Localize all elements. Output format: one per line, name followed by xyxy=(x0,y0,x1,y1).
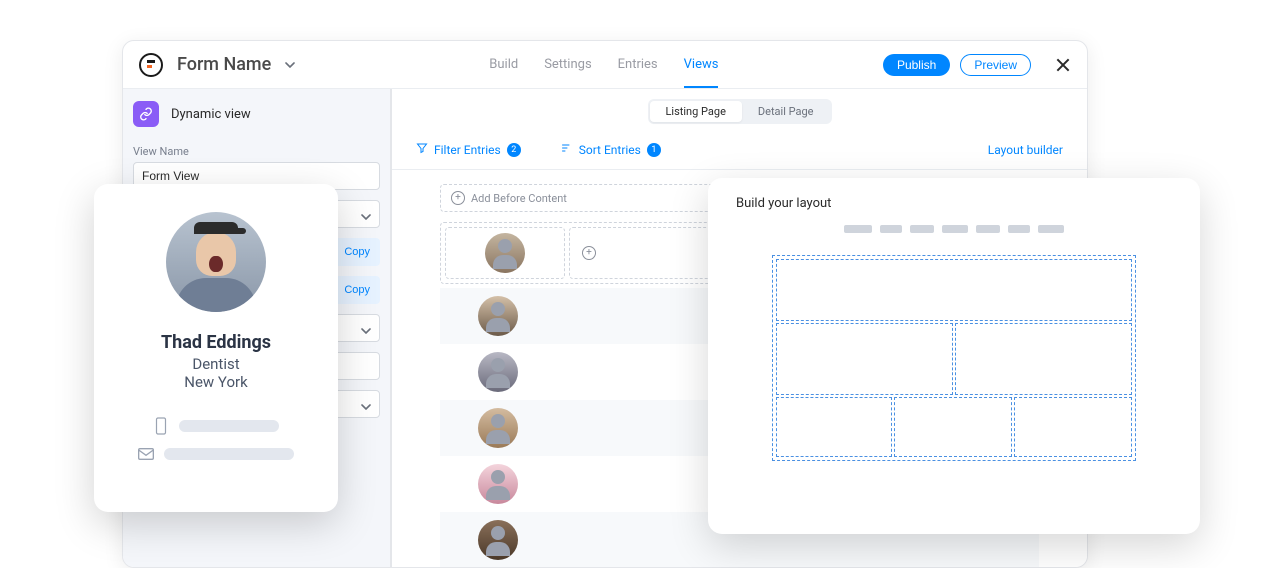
listing-page-tab[interactable]: Listing Page xyxy=(650,101,742,122)
layout-cell[interactable] xyxy=(776,259,1132,321)
layout-builder-panel: Build your layout xyxy=(708,178,1200,534)
detail-page-tab[interactable]: Detail Page xyxy=(742,101,830,122)
add-before-label: Add Before Content xyxy=(471,192,567,205)
filter-entries-button[interactable]: Filter Entries 2 xyxy=(416,142,521,157)
copy-button-1[interactable]: Copy xyxy=(334,238,380,266)
phone-placeholder xyxy=(179,420,279,432)
dynamic-view-label: Dynamic view xyxy=(171,107,251,122)
sort-label: Sort Entries xyxy=(579,143,641,157)
link-icon xyxy=(133,101,159,127)
layout-cell[interactable] xyxy=(776,323,953,395)
copy-button-2[interactable]: Copy xyxy=(334,276,380,304)
layout-cell[interactable] xyxy=(894,397,1012,457)
plus-icon[interactable]: + xyxy=(582,246,596,260)
form-name[interactable]: Form Name xyxy=(177,54,271,75)
header-actions: Publish Preview xyxy=(883,54,1071,76)
filter-icon xyxy=(416,142,428,157)
tab-entries[interactable]: Entries xyxy=(618,42,658,87)
avatar xyxy=(485,233,525,273)
phone-icon xyxy=(153,417,169,435)
tab-build[interactable]: Build xyxy=(489,42,518,87)
profile-name: Thad Eddings xyxy=(161,332,271,353)
profile-role: Dentist xyxy=(192,355,239,373)
layout-builder-link[interactable]: Layout builder xyxy=(988,143,1063,157)
tab-settings[interactable]: Settings xyxy=(544,42,591,87)
tab-views[interactable]: Views xyxy=(684,42,719,87)
layout-grid[interactable] xyxy=(772,255,1136,461)
layout-toolbar-placeholder xyxy=(736,225,1172,233)
mail-icon xyxy=(138,445,154,463)
profile-avatar xyxy=(166,212,266,312)
profile-location: New York xyxy=(184,373,247,391)
email-placeholder xyxy=(164,448,294,460)
avatar xyxy=(478,352,518,392)
layout-cell[interactable] xyxy=(955,323,1132,395)
avatar xyxy=(478,408,518,448)
chevron-down-icon[interactable] xyxy=(285,62,295,68)
avatar xyxy=(478,464,518,504)
preview-button[interactable]: Preview xyxy=(960,54,1031,76)
avatar xyxy=(478,520,518,560)
chevron-down-icon xyxy=(361,395,371,414)
close-icon[interactable] xyxy=(1055,57,1071,73)
nav-tabs: Build Settings Entries Views xyxy=(489,42,718,87)
filter-count-badge: 2 xyxy=(507,143,521,157)
email-row xyxy=(112,445,320,463)
phone-row xyxy=(112,417,320,435)
publish-button[interactable]: Publish xyxy=(883,54,950,76)
layout-cell[interactable] xyxy=(1014,397,1132,457)
page-toggle: Listing Page Detail Page xyxy=(392,99,1087,124)
template-avatar-cell[interactable] xyxy=(445,227,565,279)
topbar: Form Name Build Settings Entries Views P… xyxy=(123,41,1087,89)
chevron-down-icon xyxy=(361,205,371,224)
layout-cell[interactable] xyxy=(776,397,892,457)
layout-panel-title: Build your layout xyxy=(736,196,1172,211)
chevron-down-icon xyxy=(361,319,371,338)
toolbar: Filter Entries 2 Sort Entries 1 Layout b… xyxy=(392,136,1087,170)
sort-count-badge: 1 xyxy=(647,143,661,157)
dynamic-view-header: Dynamic view xyxy=(133,101,380,127)
profile-card: Thad Eddings Dentist New York xyxy=(94,184,338,512)
plus-icon: + xyxy=(451,191,465,205)
app-logo xyxy=(139,53,163,77)
sort-icon xyxy=(561,142,573,157)
sort-entries-button[interactable]: Sort Entries 1 xyxy=(561,142,661,157)
view-name-label: View Name xyxy=(133,145,380,158)
filter-label: Filter Entries xyxy=(434,143,501,157)
avatar xyxy=(478,296,518,336)
